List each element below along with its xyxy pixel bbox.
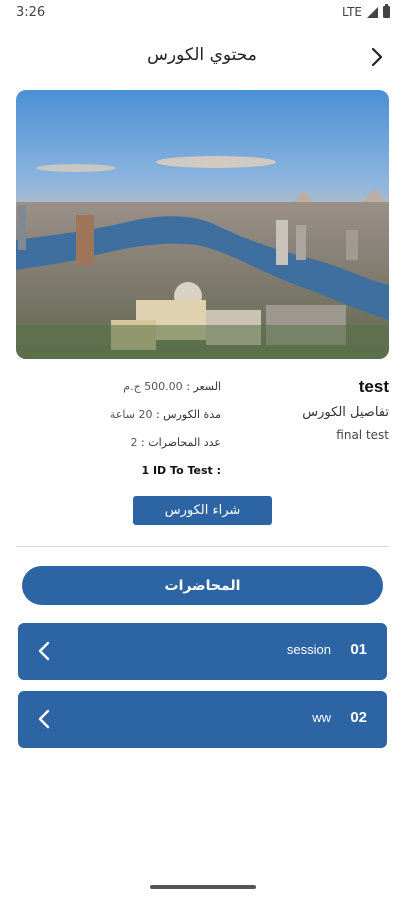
network-type: LTE	[342, 5, 362, 19]
divider	[16, 546, 389, 547]
back-button[interactable]	[362, 42, 392, 72]
price-label: السعر :	[186, 380, 221, 393]
course-meta-column: السعر : 500.00 ج.م مدة الكورس : 20 ساعة …	[16, 372, 221, 484]
lectures-count-row: عدد المحاضرات : 2	[16, 428, 221, 456]
session-number: 01	[350, 641, 367, 658]
course-name: test	[358, 377, 389, 396]
home-indicator[interactable]	[150, 885, 256, 889]
course-details-label: تفاصيل الكورس	[302, 405, 389, 420]
status-indicators: LTE	[342, 4, 390, 19]
session-number: 02	[350, 709, 367, 726]
chevron-left-icon	[30, 637, 58, 665]
session-title: session	[286, 642, 331, 657]
session-title: ww	[312, 710, 331, 725]
lectures-count-label: عدد المحاضرات :	[141, 436, 221, 449]
id-label: ID To Test :	[152, 464, 221, 477]
chevron-left-icon	[30, 705, 58, 733]
session-item[interactable]: ww 02	[18, 691, 387, 748]
battery-icon	[383, 4, 390, 18]
session-item[interactable]: session 01	[18, 623, 387, 680]
course-image	[16, 90, 389, 359]
app-bar: محتوي الكورس	[0, 36, 404, 78]
course-details: test تفاصيل الكورس final test السعر : 50…	[16, 372, 389, 482]
page-title: محتوي الكورس	[147, 45, 257, 65]
course-info-column: test تفاصيل الكورس final test	[229, 372, 389, 442]
buy-course-button[interactable]: شراء الكورس	[133, 496, 272, 525]
lectures-button[interactable]: المحاضرات	[22, 566, 383, 605]
id-value: 1	[141, 464, 150, 477]
price-row: السعر : 500.00 ج.م	[16, 372, 221, 400]
duration-row: مدة الكورس : 20 ساعة	[16, 400, 221, 428]
duration-label: مدة الكورس :	[155, 408, 221, 421]
chevron-right-icon	[371, 47, 383, 67]
signal-icon	[367, 6, 378, 18]
price-value: 500.00 ج.م	[123, 380, 183, 393]
lectures-count-value: 2	[130, 436, 138, 449]
status-bar: 3:26 LTE	[0, 0, 404, 26]
course-description: final test	[336, 428, 389, 442]
duration-value: 20 ساعة	[109, 408, 153, 421]
status-time: 3:26	[16, 5, 46, 20]
id-row: 1 ID To Test :	[16, 456, 221, 484]
